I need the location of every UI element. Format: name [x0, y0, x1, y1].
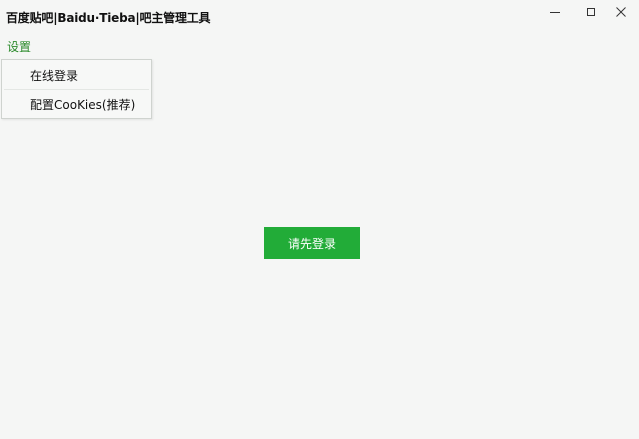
title-bar[interactable]: 百度贴吧|Baidu·Tieba|吧主管理工具 [0, 0, 639, 32]
menu-item-online-login[interactable]: 在线登录 [2, 61, 151, 89]
minimize-icon [550, 11, 560, 13]
login-button[interactable]: 请先登录 [264, 227, 360, 259]
minimize-button[interactable] [537, 0, 573, 24]
close-icon [616, 7, 626, 17]
app-window: 百度贴吧|Baidu·Tieba|吧主管理工具 设置 在线登录 配置CooKie… [0, 0, 639, 439]
menu-item-label: 在线登录 [30, 68, 79, 83]
maximize-icon [587, 8, 595, 16]
settings-dropdown: 在线登录 配置CooKies(推荐) [1, 59, 152, 119]
close-button[interactable] [603, 0, 639, 24]
menu-item-configure-cookies[interactable]: 配置CooKies(推荐) [2, 90, 151, 118]
menu-settings[interactable]: 设置 [7, 38, 31, 55]
window-title: 百度贴吧|Baidu·Tieba|吧主管理工具 [6, 11, 211, 25]
menu-item-label: 配置CooKies(推荐) [30, 97, 136, 112]
